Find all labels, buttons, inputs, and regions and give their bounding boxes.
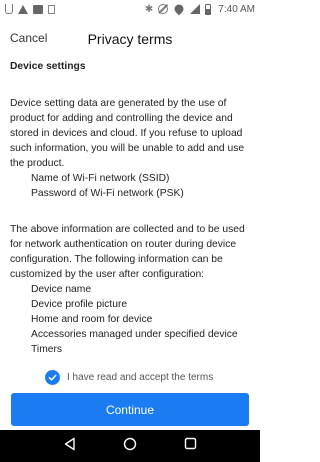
terms-content[interactable]: Device settings Device setting data are … — [10, 58, 250, 360]
list-item: Timers — [31, 344, 63, 355]
small-box-icon — [48, 4, 55, 14]
mute-icon — [158, 4, 169, 14]
footer: I have read and accept the terms Continu… — [0, 362, 260, 430]
status-right-icons: ✱ 7:40 AM — [144, 2, 255, 16]
back-icon[interactable] — [63, 437, 77, 456]
status-bar: ✱ 7:40 AM — [0, 0, 260, 18]
wifi-icon — [172, 2, 186, 16]
list-item: Password of Wi-Fi network (PSK) — [31, 188, 184, 199]
list-item: Device profile picture — [31, 299, 128, 310]
header: Cancel Privacy terms — [0, 22, 260, 56]
paragraph-network-auth: The above information are collected and … — [10, 224, 245, 280]
continue-button[interactable]: Continue — [11, 393, 249, 426]
battery-icon — [205, 3, 212, 15]
image-icon — [33, 4, 43, 14]
list-item: Home and room for device — [31, 314, 153, 325]
home-icon[interactable] — [123, 437, 137, 456]
section-title: Device settings — [10, 61, 86, 72]
page-title: Privacy terms — [87, 31, 173, 47]
status-left-icons — [5, 4, 55, 14]
warning-icon — [18, 4, 28, 14]
list-item: Accessories managed under specified devi… — [31, 329, 238, 340]
status-time: 7:40 AM — [218, 3, 255, 15]
bluetooth-icon: ✱ — [144, 3, 154, 15]
checkbox-checked-icon[interactable] — [45, 370, 60, 385]
cancel-button[interactable]: Cancel — [10, 31, 47, 45]
recents-icon[interactable] — [184, 437, 197, 455]
paragraph-device-data: Device setting data are generated by the… — [10, 98, 245, 169]
list-item: Device name — [31, 284, 92, 295]
navigation-bar — [0, 430, 260, 462]
list-item: Name of Wi-Fi network (SSID) — [31, 173, 170, 184]
signal-icon — [190, 4, 201, 14]
accept-terms-label: I have read and accept the terms — [67, 372, 214, 383]
accept-terms-row[interactable]: I have read and accept the terms — [45, 370, 213, 385]
usb-icon — [5, 4, 13, 14]
